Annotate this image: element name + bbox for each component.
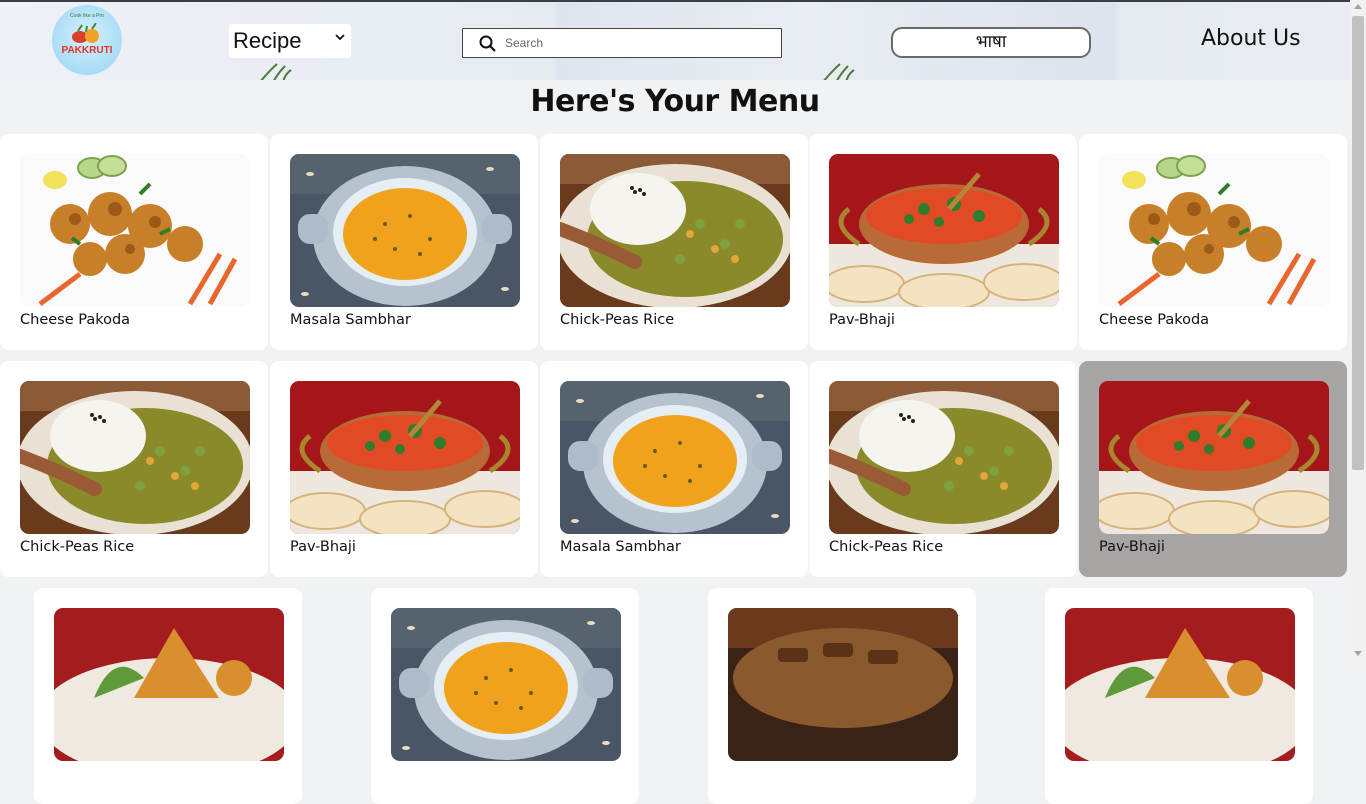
vegetables-icon xyxy=(72,23,99,43)
menu-card[interactable]: Chick-Peas Rice xyxy=(540,134,808,350)
food-image-pakoda[interactable] xyxy=(20,154,250,307)
food-image-pavbhaji[interactable] xyxy=(829,154,1059,307)
logo-text: PAKKRUTI xyxy=(61,45,113,56)
menu-card-title[interactable]: Pav-Bhaji xyxy=(290,539,356,555)
food-image-sambhar[interactable] xyxy=(391,608,621,761)
food-image-pakoda[interactable] xyxy=(1099,154,1329,307)
food-image-sambhar[interactable] xyxy=(560,381,790,534)
scroll-down-icon[interactable] xyxy=(1354,651,1362,656)
food-image-samosa[interactable] xyxy=(1065,608,1295,761)
menu-card[interactable]: Pav-Bhaji xyxy=(1079,361,1347,577)
scrollbar-thumb[interactable] xyxy=(1352,16,1364,470)
food-image-rice[interactable] xyxy=(20,381,250,534)
menu-card-title[interactable]: Chick-Peas Rice xyxy=(20,539,134,555)
menu-card-title[interactable]: Chick-Peas Rice xyxy=(560,312,674,328)
menu-card-title[interactable]: Cheese Pakoda xyxy=(20,312,130,328)
menu-card[interactable]: Cheese Pakoda xyxy=(1079,134,1347,350)
menu-card-title[interactable]: Chick-Peas Rice xyxy=(829,539,943,555)
food-image-sambhar[interactable] xyxy=(290,154,520,307)
menu-card-title[interactable]: Pav-Bhaji xyxy=(829,312,895,328)
leaf-decoration xyxy=(823,63,855,80)
menu-card[interactable]: Cheese Pakoda xyxy=(0,134,268,350)
menu-card-title[interactable]: Cheese Pakoda xyxy=(1099,312,1209,328)
logo-tagline: Cook like a Pro xyxy=(70,13,104,19)
leaf-decoration xyxy=(260,63,292,80)
menu-card[interactable]: Pav-Bhaji xyxy=(809,134,1077,350)
site-logo[interactable]: Cook like a Pro PAKKRUTI xyxy=(52,5,122,75)
site-header: Cook like a Pro PAKKRUTI Recipe भाषा Abo… xyxy=(0,2,1350,80)
food-image-rice[interactable] xyxy=(560,154,790,307)
about-us-link[interactable]: About Us xyxy=(1201,26,1301,51)
food-image-samosa[interactable] xyxy=(54,608,284,761)
scrollbar[interactable] xyxy=(1350,0,1366,660)
language-button[interactable]: भाषा xyxy=(891,27,1091,58)
chevron-down-icon xyxy=(335,34,345,41)
page-title: Here's Your Menu xyxy=(530,84,820,119)
recipe-dropdown-value: Recipe xyxy=(233,28,302,53)
menu-card[interactable]: Chick-Peas Rice xyxy=(809,361,1077,577)
search-bar[interactable] xyxy=(462,28,782,58)
food-image-grill[interactable] xyxy=(728,608,958,761)
scroll-up-icon[interactable] xyxy=(1354,4,1362,9)
menu-card-title[interactable]: Masala Sambhar xyxy=(560,539,681,555)
menu-card[interactable]: Masala Sambhar xyxy=(540,361,808,577)
menu-card[interactable]: Chick-Peas Rice xyxy=(0,361,268,577)
food-image-pavbhaji[interactable] xyxy=(1099,381,1329,534)
menu-card[interactable] xyxy=(371,588,639,804)
search-icon xyxy=(479,35,496,52)
food-image-rice[interactable] xyxy=(829,381,1059,534)
menu-card-title[interactable]: Masala Sambhar xyxy=(290,312,411,328)
food-image-pavbhaji[interactable] xyxy=(290,381,520,534)
menu-card[interactable] xyxy=(708,588,976,804)
menu-card[interactable]: Masala Sambhar xyxy=(270,134,538,350)
menu-card[interactable] xyxy=(1045,588,1313,804)
recipe-dropdown[interactable]: Recipe xyxy=(229,24,351,58)
search-input[interactable] xyxy=(503,35,757,51)
menu-card[interactable]: Pav-Bhaji xyxy=(270,361,538,577)
menu-card-title[interactable]: Pav-Bhaji xyxy=(1099,539,1165,555)
menu-card[interactable] xyxy=(34,588,302,804)
